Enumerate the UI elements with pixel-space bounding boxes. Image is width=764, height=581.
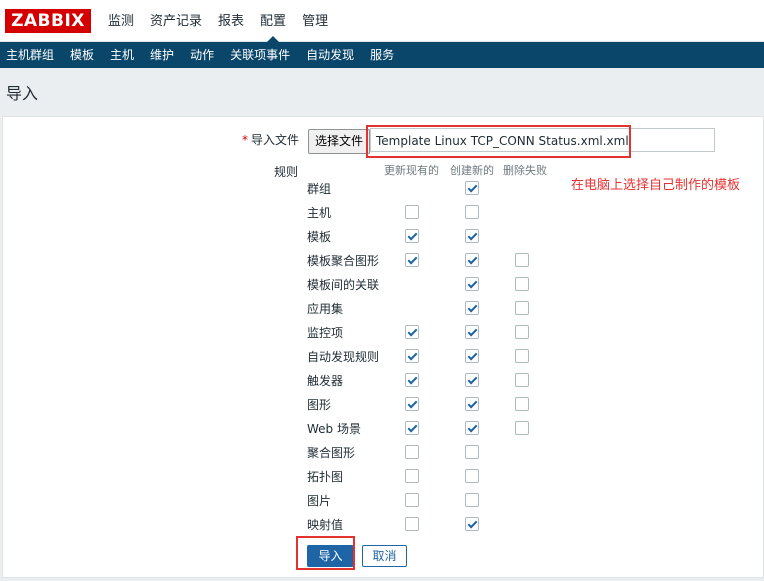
top-nav-item[interactable]: 管理 [294,0,336,42]
sub-nav-item[interactable]: 服务 [362,42,402,68]
rule-create-checkbox[interactable] [465,229,479,243]
page-header: 导入 [0,68,764,112]
page-title: 导入 [6,84,39,103]
rule-row: Web 场景 [300,416,560,440]
rule-name: 模板聚合图形 [307,254,380,268]
annotation-note: 在电脑上选择自己制作的模板 [571,178,741,193]
rule-update-checkbox[interactable] [405,349,419,363]
choose-file-button[interactable]: 选择文件 [308,129,370,154]
sub-nav-item[interactable]: 模板 [62,42,102,68]
sub-nav-item[interactable]: 维护 [142,42,182,68]
rule-create-checkbox[interactable] [465,469,479,483]
rule-create-checkbox[interactable] [465,181,479,195]
rule-row: 聚合图形 [300,440,560,464]
rule-row: 触发器 [300,368,560,392]
sub-nav-item[interactable]: 关联项事件 [222,42,298,68]
cancel-button[interactable]: 取消 [362,545,407,567]
rule-create-checkbox[interactable] [465,493,479,507]
sub-nav-item[interactable]: 自动发现 [298,42,362,68]
top-nav-item[interactable]: 报表 [210,0,252,42]
sub-nav-item[interactable]: 动作 [182,42,222,68]
rule-create-checkbox[interactable] [465,445,479,459]
rule-update-checkbox[interactable] [405,397,419,411]
import-highlight-box [296,536,355,570]
rule-name: 应用集 [307,302,344,316]
required-mark: * [242,133,248,147]
rule-create-checkbox[interactable] [465,517,479,531]
rule-create-checkbox[interactable] [465,397,479,411]
rule-delete-checkbox[interactable] [515,397,529,411]
rule-name: 图片 [307,494,332,508]
rule-delete-checkbox[interactable] [515,349,529,363]
rule-create-checkbox[interactable] [465,301,479,315]
rule-row: 自动发现规则 [300,344,560,368]
top-bar: ZABBIX 监测 资产记录 报表 配置 管理 [0,0,764,42]
sub-nav-item[interactable]: 主机 [102,42,142,68]
top-nav-item[interactable]: 配置 [252,0,294,42]
rule-create-checkbox[interactable] [465,277,479,291]
rule-delete-checkbox[interactable] [515,277,529,291]
rule-row: 应用集 [300,296,560,320]
rule-update-checkbox[interactable] [405,421,419,435]
sub-nav-item[interactable]: 主机群组 [0,42,62,68]
rule-row: 群组 [300,176,560,200]
rule-name: 模板间的关联 [307,278,380,292]
rule-row: 模板 [300,224,560,248]
rule-row: 映射值 [300,512,560,536]
rule-row: 监控项 [300,320,560,344]
import-file-label-text: 导入文件 [251,133,300,147]
rule-update-checkbox[interactable] [405,493,419,507]
rule-create-checkbox[interactable] [465,373,479,387]
top-nav-item[interactable]: 监测 [100,0,142,42]
rule-name: 触发器 [307,374,344,388]
rule-create-checkbox[interactable] [465,421,479,435]
rule-update-checkbox[interactable] [405,205,419,219]
rule-update-checkbox[interactable] [405,517,419,531]
rule-delete-checkbox[interactable] [515,421,529,435]
rule-delete-checkbox[interactable] [515,373,529,387]
rule-name: 映射值 [307,518,344,532]
rule-name: 监控项 [307,326,344,340]
rules-label: 规则 [274,165,299,179]
sub-nav: 主机群组 模板 主机 维护 动作 关联项事件 自动发现 服务 [0,42,764,68]
rule-create-checkbox[interactable] [465,349,479,363]
file-highlight-box [366,125,631,158]
rule-update-checkbox[interactable] [405,325,419,339]
rule-row: 模板聚合图形 [300,248,560,272]
rule-update-checkbox[interactable] [405,445,419,459]
top-nav: 监测 资产记录 报表 配置 管理 [100,0,336,42]
rule-name: Web 场景 [307,422,361,436]
rule-update-checkbox[interactable] [405,469,419,483]
rule-update-checkbox[interactable] [405,373,419,387]
zabbix-logo[interactable]: ZABBIX [5,9,91,33]
rule-update-checkbox[interactable] [405,229,419,243]
rule-name: 图形 [307,398,332,412]
rule-name: 自动发现规则 [307,350,380,364]
rule-name: 模板 [307,230,332,244]
rule-delete-checkbox[interactable] [515,325,529,339]
rule-row: 拓扑图 [300,464,560,488]
rule-delete-checkbox[interactable] [515,253,529,267]
rule-row: 图形 [300,392,560,416]
rule-row: 模板间的关联 [300,272,560,296]
rule-create-checkbox[interactable] [465,205,479,219]
import-file-label: * 导入文件 [242,131,299,148]
rule-delete-checkbox[interactable] [515,301,529,315]
rule-name: 群组 [307,182,332,196]
rule-update-checkbox[interactable] [405,253,419,267]
rule-name: 聚合图形 [307,446,356,460]
rule-create-checkbox[interactable] [465,253,479,267]
rule-create-checkbox[interactable] [465,325,479,339]
rule-row: 图片 [300,488,560,512]
top-nav-item[interactable]: 资产记录 [142,0,210,42]
rule-row: 主机 [300,200,560,224]
rule-name: 主机 [307,206,332,220]
rule-name: 拓扑图 [307,470,344,484]
